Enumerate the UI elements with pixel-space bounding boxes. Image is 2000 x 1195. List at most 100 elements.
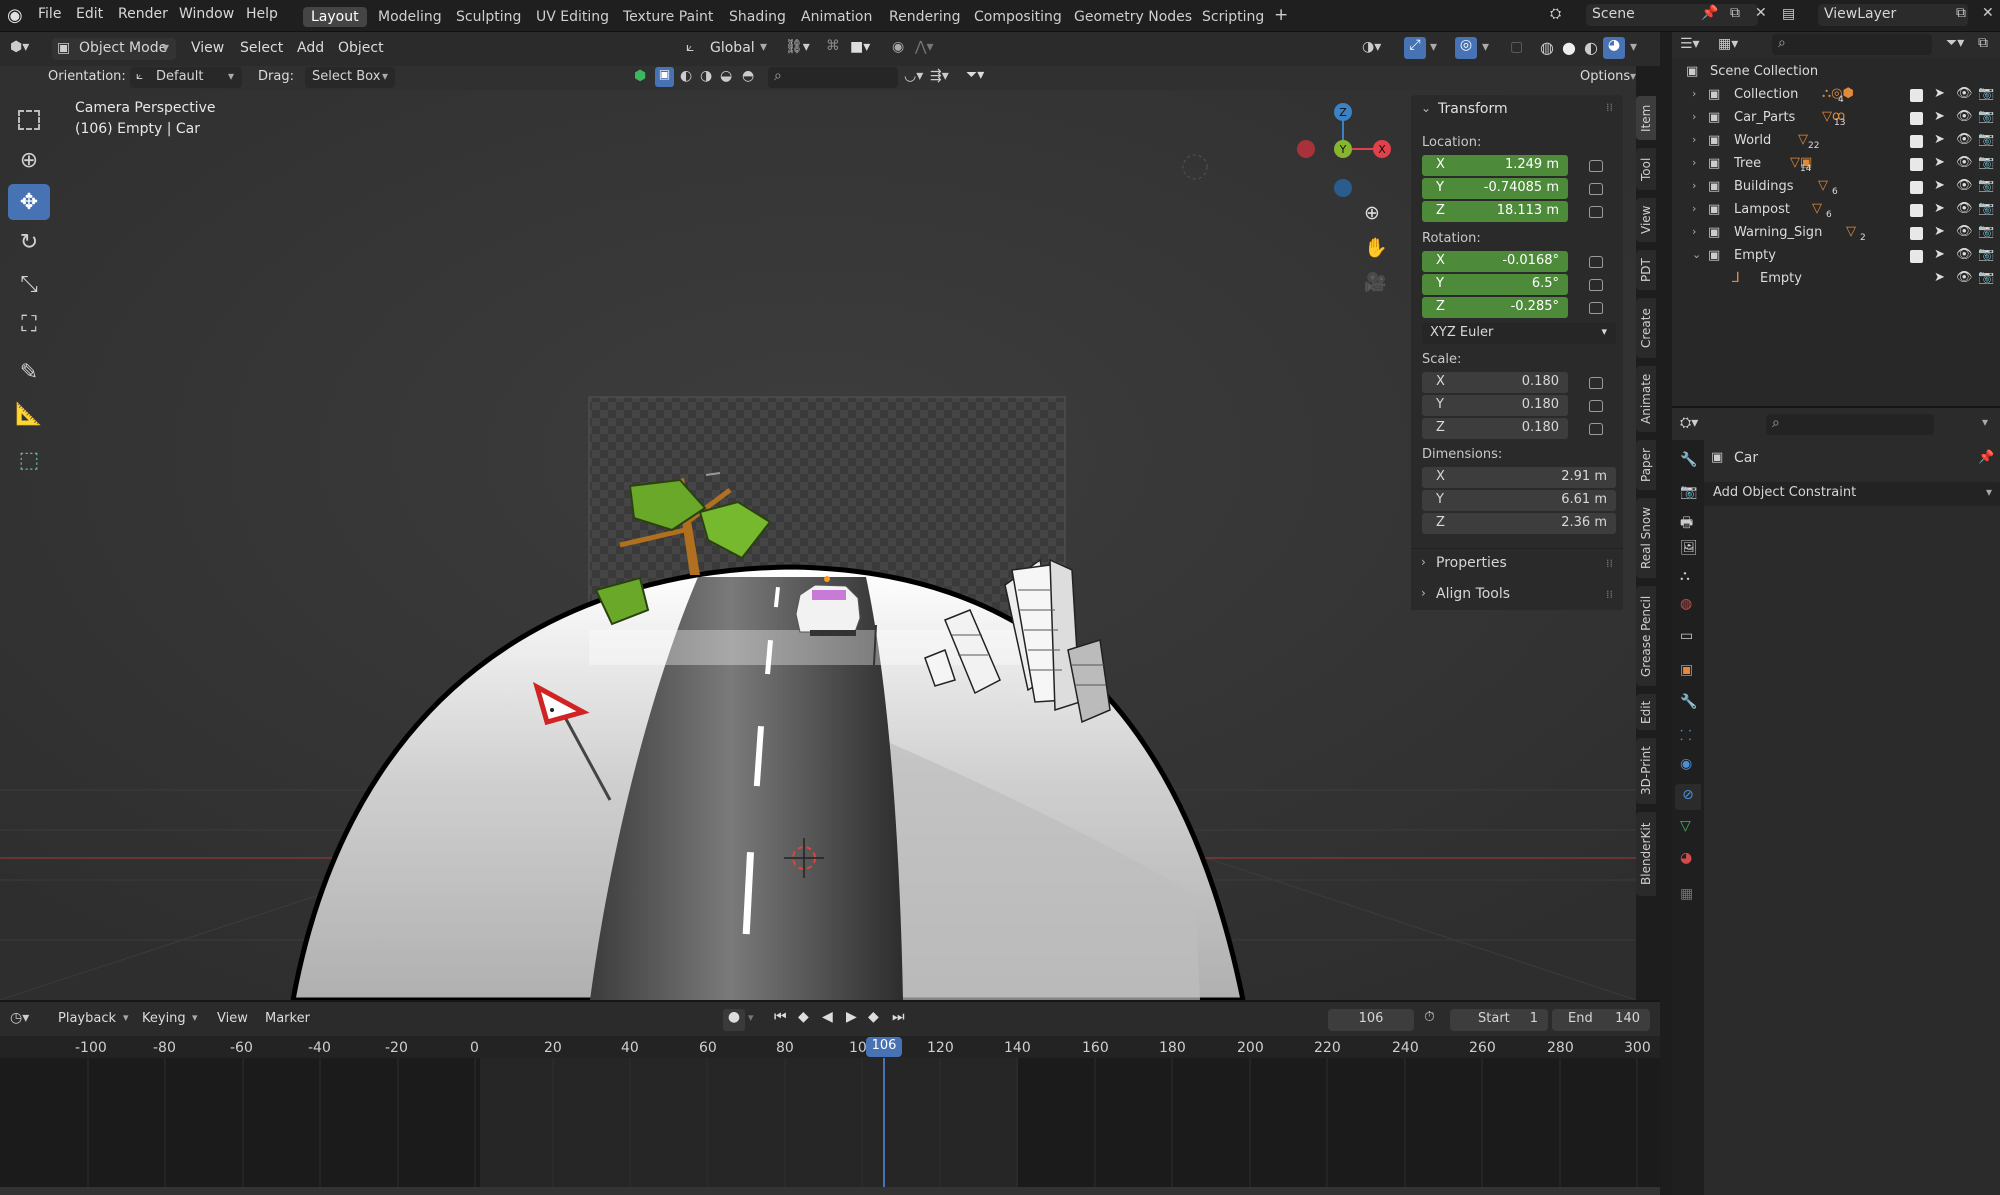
constraints-tab-icon[interactable]: ⊘	[1675, 784, 1701, 810]
side-tab-pdt[interactable]: PDT	[1636, 250, 1656, 290]
select-mode-icon[interactable]: ⬢	[634, 68, 646, 84]
lock-rotation-z-icon[interactable]	[1589, 302, 1603, 314]
play-reverse-icon[interactable]: ◀	[822, 1009, 833, 1025]
tab-sculpting[interactable]: Sculpting	[456, 9, 521, 25]
pan-hand-icon[interactable]: ✋	[1364, 236, 1388, 259]
pin-icon[interactable]: 📌	[1978, 450, 1994, 465]
drag-handle-icon[interactable]: ⁞⁞	[1606, 101, 1613, 114]
align-tools-subpanel[interactable]: › Align Tools ⁞⁞	[1411, 580, 1623, 610]
new-view-layer-icon[interactable]: ⧉	[1956, 5, 1966, 21]
camera-render-icon[interactable]: 📷	[1978, 224, 1994, 239]
add-cube-tool[interactable]: ⬚	[8, 442, 50, 478]
transform-tool[interactable]: ⛶	[8, 306, 50, 342]
pivot-icon[interactable]: ⛓▾	[785, 39, 810, 55]
side-tab-edit[interactable]: Edit	[1636, 694, 1656, 730]
scale-x-field[interactable]: X 0.180	[1422, 372, 1568, 393]
texture-tab-icon[interactable]: ▦	[1680, 886, 1693, 902]
location-z-field[interactable]: Z 18.113 m	[1422, 201, 1568, 222]
camera-render-icon[interactable]: 📷	[1978, 247, 1994, 262]
exclude-checkbox[interactable]	[1910, 112, 1923, 125]
side-tab-item[interactable]: Item	[1636, 96, 1656, 140]
sort-icon[interactable]: ⇶▾	[930, 68, 949, 84]
selectable-icon[interactable]: ➤	[1934, 178, 1945, 193]
selectable-icon[interactable]: ➤	[1934, 270, 1945, 285]
tab-animation[interactable]: Animation	[801, 9, 872, 25]
lock-location-x-icon[interactable]	[1589, 160, 1603, 172]
add-object-constraint-button[interactable]: Add Object Constraint ▾	[1704, 482, 2000, 506]
eye-icon[interactable]: 👁	[1956, 155, 1973, 170]
new-collection-icon[interactable]: ⧉	[1978, 35, 1988, 51]
camera-render-icon[interactable]: 📷	[1978, 86, 1994, 101]
menu-playback[interactable]: Playback	[58, 1011, 116, 1026]
shading-material-icon[interactable]: ◐	[1584, 38, 1598, 57]
tab-geometry-nodes[interactable]: Geometry Nodes	[1074, 9, 1192, 25]
start-frame-field[interactable]: Start 1	[1450, 1009, 1548, 1031]
lock-rotation-x-icon[interactable]	[1589, 256, 1603, 268]
pin-icon[interactable]: 📌	[1701, 5, 1718, 21]
dimensions-x-field[interactable]: X 2.91 m	[1422, 467, 1616, 488]
lock-scale-y-icon[interactable]	[1589, 400, 1603, 412]
camera-render-icon[interactable]: 📷	[1978, 270, 1994, 285]
select-extend-icon[interactable]: ◐	[680, 68, 692, 84]
properties-editor-icon[interactable]: ⛭▾	[1680, 415, 1698, 431]
side-tab-create[interactable]: Create	[1636, 298, 1656, 358]
menu-timeline-view[interactable]: View	[217, 1011, 248, 1026]
rotate-tool[interactable]: ↻	[8, 224, 50, 260]
preview-range-icon[interactable]: ⏱	[1424, 1009, 1435, 1025]
options-dropdown-icon[interactable]: ▾	[1982, 415, 1988, 429]
scene-icon[interactable]: ⛭	[1550, 6, 1561, 22]
transform-orientation-select[interactable]: Global	[710, 40, 755, 56]
transform-panel-title[interactable]: Transform	[1438, 101, 1508, 117]
zoom-icon[interactable]: ⊕	[1364, 202, 1380, 224]
properties-subpanel[interactable]: › Properties ⁞⁞	[1411, 548, 1623, 578]
view-layer-field[interactable]: ViewLayer	[1818, 4, 1968, 26]
exclude-checkbox[interactable]	[1910, 158, 1923, 171]
exclude-checkbox[interactable]	[1910, 250, 1923, 263]
material-tab-icon[interactable]: ◕	[1680, 850, 1692, 866]
camera-render-icon[interactable]: 📷	[1978, 201, 1994, 216]
scale-y-field[interactable]: Y 0.180	[1422, 395, 1568, 416]
eye-icon[interactable]: 👁	[1956, 247, 1973, 262]
jump-keyframe-forward-icon[interactable]: ◆	[868, 1009, 879, 1025]
camera-render-icon[interactable]: 📷	[1978, 132, 1994, 147]
selectable-icon[interactable]: ➤	[1934, 201, 1945, 216]
side-tab-tool[interactable]: Tool	[1636, 148, 1656, 190]
selectable-icon[interactable]: ➤	[1934, 132, 1945, 147]
lock-location-z-icon[interactable]	[1589, 206, 1603, 218]
view-layer-icon[interactable]: ▤	[1782, 6, 1795, 22]
shading-rendered-icon[interactable]: ◕	[1603, 37, 1625, 59]
timeline-editor-icon[interactable]: ◷▾	[10, 1010, 29, 1026]
navigation-gizmo[interactable]: Z X Y	[1285, 100, 1405, 200]
blender-logo-icon[interactable]: ◉	[7, 5, 23, 26]
side-tab-view[interactable]: View	[1636, 198, 1656, 242]
camera-render-icon[interactable]: 📷	[1978, 109, 1994, 124]
annotate-tool[interactable]: ✎	[8, 354, 50, 390]
timeline-scrollbar[interactable]	[0, 1187, 1660, 1195]
mode-select[interactable]: ▣ Object Mode ▾	[52, 38, 176, 60]
dimensions-y-field[interactable]: Y 6.61 m	[1422, 490, 1616, 511]
jump-keyframe-back-icon[interactable]: ◆	[798, 1009, 809, 1025]
side-tab-grease-pencil[interactable]: Grease Pencil	[1636, 586, 1656, 686]
playhead-line[interactable]	[883, 1058, 885, 1188]
transform-orientation-icon[interactable]: ⟀	[686, 39, 694, 55]
rotation-z-field[interactable]: Z -0.285°	[1422, 297, 1568, 318]
rotation-y-field[interactable]: Y 6.5°	[1422, 274, 1568, 295]
object-tab-icon[interactable]: ▣	[1680, 662, 1693, 678]
auto-keying-icon[interactable]: ●	[723, 1009, 745, 1031]
drag-select[interactable]: Select Box ▾	[305, 67, 395, 88]
tab-texture-paint[interactable]: Texture Paint	[623, 9, 713, 25]
cursor-tool[interactable]: ⊕	[8, 142, 50, 178]
particles-tab-icon[interactable]: ⸬	[1680, 726, 1692, 745]
eye-icon[interactable]: 👁	[1956, 109, 1973, 124]
properties-search-input[interactable]: ⌕	[1766, 414, 1934, 435]
tab-scripting[interactable]: Scripting	[1202, 9, 1264, 25]
exclude-checkbox[interactable]	[1910, 227, 1923, 240]
camera-render-icon[interactable]: 📷	[1978, 178, 1994, 193]
outliner-search-input[interactable]: ⌕	[1772, 34, 1932, 55]
output-tab-icon[interactable]: 🖶	[1680, 512, 1693, 536]
select-invert-icon[interactable]: ◒	[720, 68, 732, 84]
menu-keying[interactable]: Keying	[142, 1011, 186, 1026]
camera-view-icon[interactable]: 🎥	[1364, 272, 1386, 293]
gizmo-neg-z-icon[interactable]	[1334, 179, 1352, 197]
world-tab-icon[interactable]: ◍	[1680, 596, 1692, 612]
